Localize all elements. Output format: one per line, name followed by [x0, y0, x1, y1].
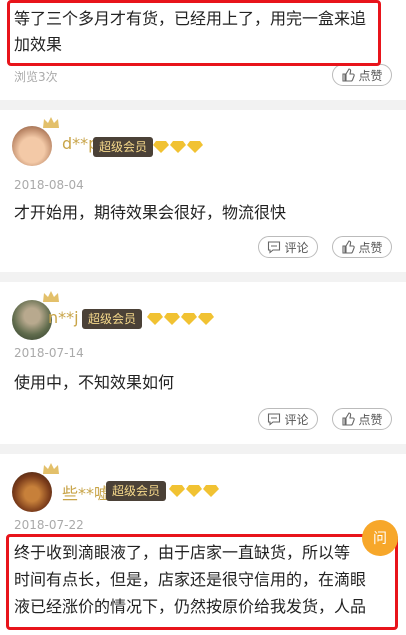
crown-icon [43, 463, 59, 474]
member-level-gems [169, 484, 219, 497]
diamond-icon [170, 141, 186, 153]
review-date: 2018-07-22 [14, 518, 84, 532]
divider [0, 100, 406, 110]
member-level-gems [153, 140, 203, 153]
comment-label: 评论 [284, 240, 309, 255]
crown-icon [43, 117, 59, 128]
comment-label: 评论 [284, 412, 309, 427]
diamond-icon [187, 141, 203, 153]
username: n**j [48, 308, 79, 327]
comment-button[interactable]: 评论 [258, 408, 318, 430]
like-button[interactable]: 点赞 [332, 408, 392, 430]
review-date: 2018-07-14 [14, 346, 84, 360]
comment-icon [268, 413, 281, 426]
divider [0, 272, 406, 282]
review-card-1: d**p 超级会员 2018-08-04 才开始用，期待效果会很好，物流很快 评… [0, 110, 406, 272]
member-badge: 超级会员 [82, 309, 143, 329]
review-card-3: 些**嘘 超级会员 2018-07-22 终于收到滴眼液了，由于店家一直缺货，所… [0, 454, 406, 635]
review-card-2: n**j 超级会员 2018-07-14 使用中，不知效果如何 评论 点赞 [0, 282, 406, 444]
comment-icon [268, 241, 281, 254]
review-date: 2018-08-04 [14, 178, 84, 192]
thumbs-up-icon [342, 68, 356, 82]
review-text-line: 等了三个多月才有货，已经用上了，用完一盒来追 [14, 9, 367, 28]
review-text: 使用中，不知效果如何 [14, 373, 175, 392]
diamond-icon [147, 313, 163, 325]
view-count: 浏览3次 [14, 70, 58, 84]
review-text-line: 终于收到滴眼液了，由于店家一直缺货，所以等 [14, 543, 351, 562]
divider [0, 444, 406, 454]
like-button[interactable]: 点赞 [332, 236, 392, 258]
diamond-icon [181, 313, 197, 325]
diamond-icon [153, 141, 169, 153]
diamond-icon [186, 485, 202, 497]
member-badge: 超级会员 [106, 481, 167, 501]
review-text-line: 时间有点长，但是，店家还是很守信用的，在滴眼 [14, 570, 367, 589]
diamond-icon [169, 485, 185, 497]
like-label: 点赞 [358, 68, 383, 83]
ask-label: 问 [373, 531, 387, 547]
review-card-0: 等了三个多月才有货，已经用上了，用完一盒来追 加效果 浏览3次 点赞 [0, 0, 406, 100]
avatar[interactable] [12, 291, 59, 340]
like-label: 点赞 [358, 240, 383, 255]
thumbs-up-icon [342, 240, 356, 254]
thumbs-up-icon [342, 412, 356, 426]
username: 些**嘘 [62, 484, 111, 503]
comment-button[interactable]: 评论 [258, 236, 318, 258]
avatar[interactable] [12, 117, 59, 166]
review-text: 才开始用，期待效果会很好，物流很快 [14, 203, 287, 222]
review-text-line: 液已经涨价的情况下，仍然按原价给我发货，人品 [14, 597, 367, 616]
member-level-gems [147, 312, 214, 325]
member-badge: 超级会员 [93, 137, 154, 157]
diamond-icon [203, 485, 219, 497]
ask-question-button[interactable]: 问 [362, 520, 398, 556]
avatar[interactable] [12, 463, 59, 512]
diamond-icon [198, 313, 214, 325]
crown-icon [43, 291, 59, 302]
like-button[interactable]: 点赞 [332, 64, 392, 86]
diamond-icon [164, 313, 180, 325]
like-label: 点赞 [358, 412, 383, 427]
review-text-line: 加效果 [14, 35, 63, 54]
